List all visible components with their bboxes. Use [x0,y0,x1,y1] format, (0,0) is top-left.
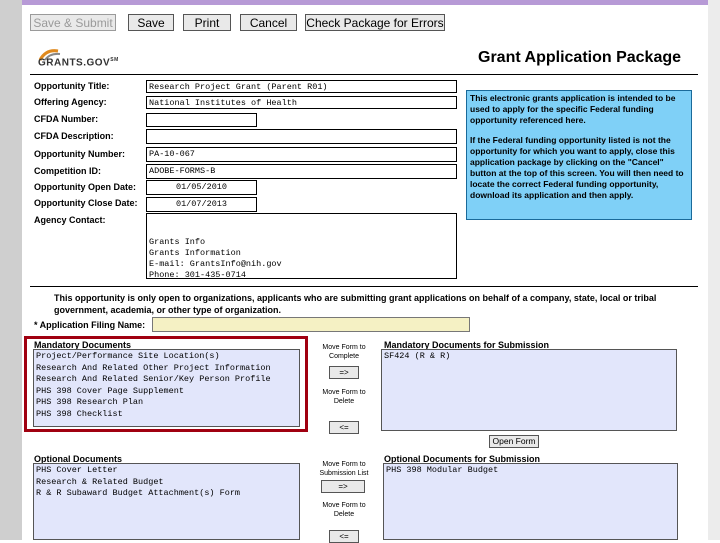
divider [30,286,698,287]
left-margin [0,0,22,540]
move-to-delete-button[interactable]: <= [329,421,359,434]
offering-agency-field: National Institutes of Health [146,96,457,109]
list-item[interactable]: Research & Related Budget [36,477,297,489]
save-button[interactable]: Save [128,14,174,31]
check-package-errors-button[interactable]: Check Package for Errors [305,14,445,31]
info-box: This electronic grants application is in… [466,90,692,220]
application-filing-name-input[interactable] [152,317,470,332]
opportunity-title-label: Opportunity Title: [34,81,110,91]
list-item[interactable]: SF424 (R & R) [384,351,674,363]
offering-agency-label: Offering Agency: [34,97,107,107]
list-item[interactable]: R & R Subaward Budget Attachment(s) Form [36,488,297,500]
cfda-description-label: CFDA Description: [34,131,114,141]
info-text-2: If the Federal funding opportunity liste… [470,135,684,200]
optional-submission-list[interactable]: PHS 398 Modular Budget [383,463,678,540]
cfda-description-field [146,129,457,144]
close-date-label: Opportunity Close Date: [34,198,138,208]
mandatory-submission-list[interactable]: SF424 (R & R) [381,349,677,431]
open-form-button[interactable]: Open Form [489,435,539,448]
window-top-border [0,0,720,5]
open-date-field: 01/05/2010 [146,180,257,195]
competition-id-label: Competition ID: [34,166,101,176]
cfda-number-field [146,113,257,127]
right-scroll-margin [708,0,720,540]
print-button[interactable]: Print [183,14,231,31]
move-optional-to-delete-button[interactable]: <= [329,530,359,543]
move-to-submission-label: Move Form to Submission List [319,461,369,477]
list-item[interactable]: PHS Cover Letter [36,465,297,477]
grants-gov-logo-text: GRANTS.GOVSM [38,57,119,69]
divider [30,74,698,75]
optional-documents-list[interactable]: PHS Cover Letter Research & Related Budg… [33,463,300,540]
agency-contact-field: Grants Info Grants Information E-mail: Gra… [146,213,457,279]
eligibility-notice: This opportunity is only open to organiz… [54,293,657,315]
opportunity-number-label: Opportunity Number: [34,149,125,159]
move-to-delete-label: Move Form to Delete [322,389,366,405]
move-to-complete-button[interactable]: => [329,366,359,379]
filing-name-label: * Application Filing Name: [34,320,146,330]
move-optional-to-delete-label: Move Form to Delete [322,502,366,518]
list-item[interactable]: PHS 398 Modular Budget [386,465,675,477]
opportunity-title-field: Research Project Grant (Parent R01) [146,80,457,93]
cancel-button[interactable]: Cancel [240,14,297,31]
close-date-field: 01/07/2013 [146,197,257,212]
competition-id-field: ADOBE-FORMS-B [146,164,457,179]
agency-contact-label: Agency Contact: [34,215,106,225]
info-text-1: This electronic grants application is in… [470,93,676,125]
page-title: Grant Application Package [478,49,682,66]
cfda-number-label: CFDA Number: [34,114,99,124]
highlight-box [24,336,308,432]
open-date-label: Opportunity Open Date: [34,182,136,192]
move-to-submission-button[interactable]: => [321,480,365,493]
move-to-complete-label: Move Form to Complete [322,344,366,360]
save-submit-button[interactable]: Save & Submit [30,14,116,31]
opportunity-number-field: PA-10-067 [146,147,457,162]
